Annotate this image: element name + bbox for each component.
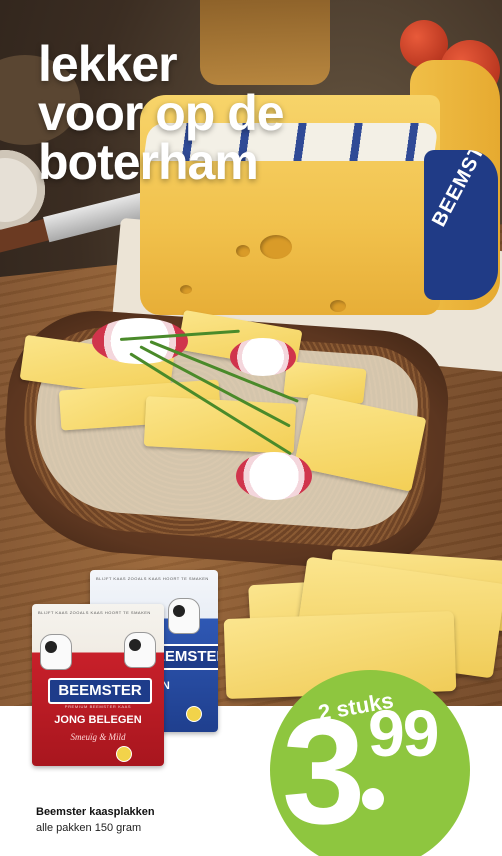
package-topline: BLIJFT KAAS ZOOALS KAAS HOORT TE SMAKEN <box>38 610 151 615</box>
cheese-hole <box>236 245 250 257</box>
product-package-red: BLIJFT KAAS ZOOALS KAAS HOORT TE SMAKEN … <box>32 604 164 766</box>
headline-line-1: lekker <box>38 36 178 92</box>
rind-label-text: BEEMSTER <box>428 150 498 231</box>
product-name: Beemster kaasplakken <box>36 806 155 818</box>
cow-icon <box>124 632 156 668</box>
promo-ad: BEEMSTER lekker voor op de boterham BLIJ… <box>0 0 502 856</box>
package-subline: PREMIUM BEEMSTER KAAS <box>64 704 132 709</box>
rind-label: BEEMSTER <box>424 150 498 300</box>
vegetarian-icon <box>186 706 202 722</box>
price-badge: 2 stuks 3 99 <box>270 670 470 856</box>
headline-line-2: voor op de <box>38 85 285 141</box>
package-tagline: Smeuïg & Mild <box>70 732 126 742</box>
headline: lekker voor op de boterham <box>38 36 285 190</box>
cow-icon <box>168 598 200 634</box>
price-decimal-dot <box>362 788 384 810</box>
cheese-hole <box>180 285 192 294</box>
price-cents: 99 <box>368 696 439 770</box>
vegetarian-icon <box>116 746 132 762</box>
product-photo: BEEMSTER lekker voor op de boterham <box>0 0 502 706</box>
brand-logo: BEEMSTER <box>48 678 152 704</box>
cheese-hole <box>260 235 292 259</box>
cow-icon <box>40 634 72 670</box>
product-description: alle pakken 150 gram <box>36 822 142 834</box>
radish-slice <box>230 338 296 376</box>
package-topline: BLIJFT KAAS ZOOALS KAAS HOORT TE SMAKEN <box>96 576 209 581</box>
headline-line-3: boterham <box>38 134 259 190</box>
radish-slice <box>236 452 312 500</box>
price-integer: 3 <box>282 687 366 855</box>
cheese-hole <box>330 300 346 312</box>
package-variety: JONG BELEGEN <box>54 714 142 726</box>
cows-illustration <box>40 628 156 670</box>
